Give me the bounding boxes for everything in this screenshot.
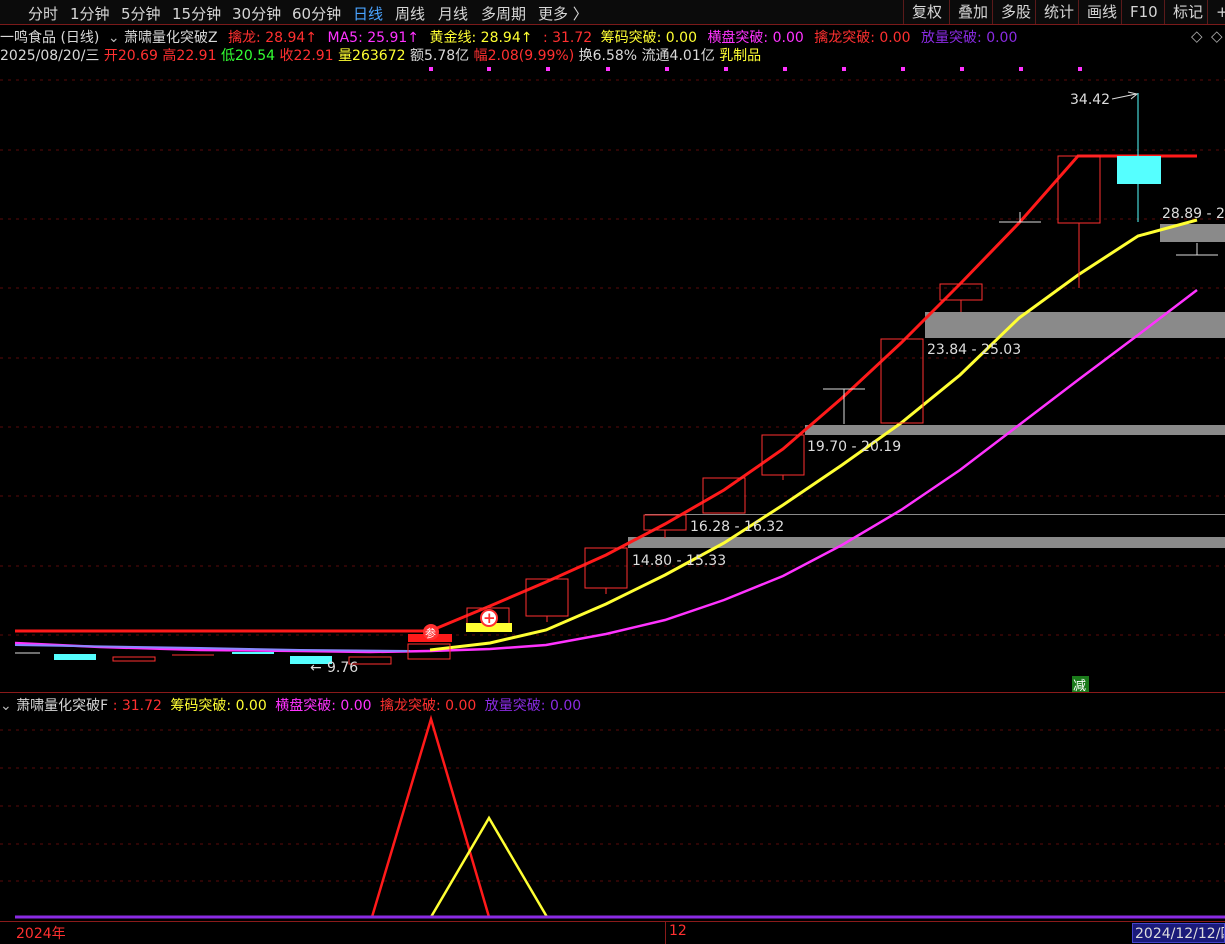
sub-indicator-value-qinlong: 擒龙突破: 0.00 xyxy=(380,698,477,714)
period-tab-5min[interactable]: 5分钟 xyxy=(121,3,161,24)
period-tab-more[interactable]: 更多 〉 xyxy=(538,3,588,24)
chip-break-peak xyxy=(429,815,549,918)
qinlong-line xyxy=(15,154,1197,633)
zone-2 xyxy=(925,312,1225,338)
signal-dots xyxy=(429,67,1082,71)
sell-signal-icon: 减 xyxy=(1072,676,1089,692)
period-tab-60min[interactable]: 60分钟 xyxy=(292,3,341,24)
diamond-icon[interactable]: ◇ xyxy=(1191,27,1203,45)
multi-stock-button[interactable]: 多股 xyxy=(992,0,1035,24)
chevron-down-icon[interactable]: ⌄ xyxy=(0,698,12,714)
custom-button[interactable]: +自 xyxy=(1207,0,1225,24)
svg-text:34.42: 34.42 xyxy=(1070,92,1110,108)
statistics-button[interactable]: 统计 xyxy=(1035,0,1078,24)
period-tab-fenshi[interactable]: 分时 xyxy=(28,3,58,24)
zone-label-5: 14.80 - 15.33 xyxy=(632,553,726,569)
svg-text:减: 减 xyxy=(1073,679,1086,692)
svg-text:←: ← xyxy=(310,660,322,676)
indicator-header: 一鸣食品 (日线) ⌄ 萧啸量化突破Z 擒龙: 28.94↑ MA5: 25.9… xyxy=(0,27,1017,47)
period-tab-1min[interactable]: 1分钟 xyxy=(70,3,110,24)
indicator-value-chip: 筹码突破: 0.00 xyxy=(600,30,697,46)
period-tab-30min[interactable]: 30分钟 xyxy=(232,3,281,24)
indicator-value-qinlong: 擒龙: 28.94↑ xyxy=(228,30,318,46)
draw-line-button[interactable]: 画线 xyxy=(1078,0,1121,24)
period-toolbar: 分时 1分钟 5分钟 15分钟 30分钟 60分钟 日线 周线 月线 多周期 更… xyxy=(0,0,1225,25)
axis-month-label: 12 xyxy=(669,923,687,939)
indicator-value-extra: : 31.72 xyxy=(542,30,593,46)
mark-button[interactable]: 标记 xyxy=(1164,0,1207,24)
buy-signal-icon: + xyxy=(480,609,498,627)
sub-chart-grid xyxy=(0,729,1225,882)
high-price-label: 34.42 xyxy=(1070,91,1139,108)
indicator-value-ma5: MA5: 25.91↑ xyxy=(327,30,420,46)
period-tab-monthly[interactable]: 月线 xyxy=(438,3,468,24)
period-tab-weekly[interactable]: 周线 xyxy=(395,3,425,24)
candles xyxy=(15,93,1218,665)
chevron-down-icon[interactable]: ⌄ xyxy=(108,30,120,46)
low-price-label: ← 9.76 xyxy=(310,660,358,676)
indicator-value-volume-break: 放量突破: 0.00 xyxy=(921,30,1018,46)
axis-year-label: 2024年 xyxy=(16,926,66,942)
settings-icon[interactable]: ◇ xyxy=(1211,27,1223,45)
indicator-value-gold: 黄金线: 28.94↑ xyxy=(429,30,533,46)
svg-text:+: + xyxy=(483,609,496,627)
can-signal-icon: 参 xyxy=(423,624,439,640)
sub-indicator-name[interactable]: 萧啸量化突破F xyxy=(16,698,108,714)
time-axis: 2024年 12 2024/12/12/四 xyxy=(0,921,1225,944)
resistance-zones xyxy=(628,224,1225,548)
svg-text:参: 参 xyxy=(425,626,436,640)
pane-divider[interactable] xyxy=(0,692,1225,693)
f10-button[interactable]: F10 xyxy=(1121,0,1164,24)
zone-label-3: 19.70 - 20.19 xyxy=(807,439,901,455)
kline-chart[interactable]: 34.42 ← 9.76 28.89 - 2 23.84 - 25.03 19.… xyxy=(0,62,1225,692)
indicator-value-qinlong-break: 擒龙突破: 0.00 xyxy=(814,30,911,46)
indicator-value-range: 横盘突破: 0.00 xyxy=(707,30,804,46)
sub-indicator-chart[interactable] xyxy=(0,714,1225,921)
sub-indicator-header: ⌄ 萧啸量化突破F : 31.72 筹码突破: 0.00 横盘突破: 0.00 … xyxy=(0,695,581,715)
svg-text:9.76: 9.76 xyxy=(327,660,358,676)
sub-indicator-value-chip: 筹码突破: 0.00 xyxy=(170,698,267,714)
zone-label-4: 16.28 - 16.32 xyxy=(690,519,784,535)
zone-4 xyxy=(645,514,1225,515)
zone-label-2: 23.84 - 25.03 xyxy=(927,342,1021,358)
qinlong-break-peak xyxy=(370,714,491,918)
period-tab-daily[interactable]: 日线 xyxy=(353,3,383,24)
sub-indicator-value-range: 横盘突破: 0.00 xyxy=(275,698,372,714)
fuquan-button[interactable]: 复权 xyxy=(903,0,949,24)
indicator-name[interactable]: 萧啸量化突破Z xyxy=(124,30,218,46)
sub-indicator-value-main: : 31.72 xyxy=(112,698,162,714)
zone-label-1: 28.89 - 2 xyxy=(1162,206,1225,222)
overlay-button[interactable]: 叠加 xyxy=(949,0,992,24)
axis-tick xyxy=(665,922,666,944)
selected-date-badge: 2024/12/12/四 xyxy=(1132,923,1225,943)
period-tab-15min[interactable]: 15分钟 xyxy=(172,3,221,24)
stock-label[interactable]: 一鸣食品 (日线) xyxy=(0,30,99,46)
period-tab-multi[interactable]: 多周期 xyxy=(481,3,526,24)
sub-indicator-value-volume: 放量突破: 0.00 xyxy=(484,698,582,714)
